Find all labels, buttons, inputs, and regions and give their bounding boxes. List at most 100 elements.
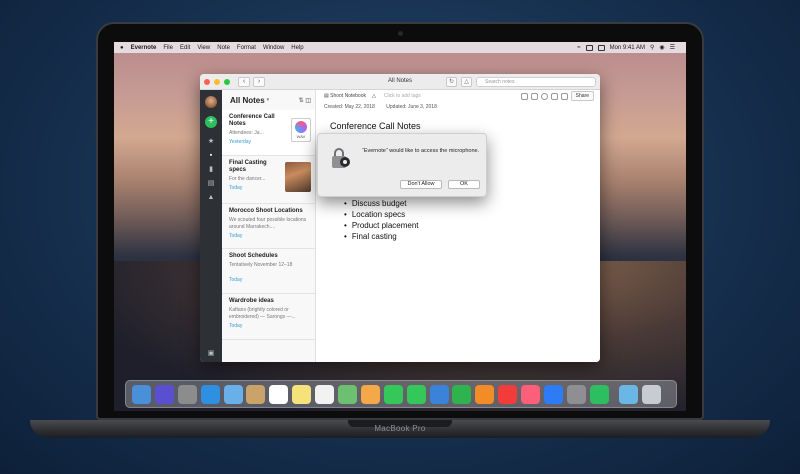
window-titlebar: ‹ › All Notes ↻ △ Search notes (200, 74, 600, 90)
dock-mail-icon[interactable] (223, 384, 243, 404)
notification-center-icon[interactable]: ☰ (670, 44, 675, 51)
dock-maps-icon[interactable] (338, 384, 358, 404)
menu-window[interactable]: Window (263, 45, 284, 51)
dock-photos-icon[interactable] (360, 384, 380, 404)
sync-button[interactable]: ↻ (446, 77, 457, 87)
dock-notes-icon[interactable] (292, 384, 312, 404)
dock-launchpad-icon[interactable] (177, 384, 197, 404)
list-item: Product placement (344, 220, 419, 231)
dock-messages-icon[interactable] (383, 384, 403, 404)
note-item[interactable]: Final Casting specs For the dancer... To… (222, 156, 315, 204)
new-note-button[interactable]: + (205, 116, 217, 128)
dock-evernote-icon[interactable] (589, 384, 609, 404)
note-date: Today (229, 233, 243, 239)
trash-icon[interactable]: ▣ (207, 350, 215, 358)
shared-icon[interactable]: ▤ (207, 180, 215, 188)
menu-clock[interactable]: Mon 9:41 AM (610, 45, 645, 51)
list-item: Discuss budget (344, 198, 419, 209)
dock-facetime-icon[interactable] (406, 384, 426, 404)
note-date: Today (229, 323, 243, 329)
notebook-selector[interactable]: Shoot Notebook (330, 93, 366, 99)
search-input[interactable]: Search notes (476, 77, 596, 87)
airplay-icon[interactable] (585, 44, 593, 51)
note-item[interactable]: Morocco Shoot Locations We scouted four … (222, 204, 315, 249)
menu-note[interactable]: Note (217, 45, 230, 51)
dock-safari-icon[interactable] (200, 384, 220, 404)
menu-extras: ≈ Mon 9:41 AM ⚲ ◉ ☰ (577, 44, 686, 51)
dock-keynote-icon[interactable] (429, 384, 449, 404)
note-title-field[interactable]: Conference Call Notes (316, 121, 600, 131)
dock-numbers-icon[interactable] (452, 384, 472, 404)
menu-help[interactable]: Help (291, 45, 303, 51)
note-title: Conference Call Notes (229, 114, 275, 127)
spotlight-icon[interactable]: ⚲ (650, 44, 654, 51)
note-title: Shoot Schedules (229, 253, 278, 259)
battery-icon[interactable] (597, 44, 605, 51)
menu-edit[interactable]: Edit (180, 45, 190, 51)
reminder-icon[interactable] (530, 92, 538, 100)
close-button[interactable] (204, 78, 210, 85)
info-icon[interactable] (540, 92, 548, 100)
sort-options-icon[interactable]: ⇅ ◫ (299, 97, 315, 104)
editor-actions: Share (520, 91, 594, 101)
avatar[interactable] (205, 96, 217, 108)
note-list-title[interactable]: All Notes (230, 96, 265, 105)
forward-button[interactable]: › (253, 76, 265, 87)
note-item[interactable]: Shoot Schedules Tentatively November 12–… (222, 249, 315, 294)
dock-finder-icon[interactable] (132, 384, 151, 404)
wifi-icon[interactable]: ≈ (577, 45, 580, 51)
menu-app-name[interactable]: Evernote (131, 45, 157, 51)
tag-icon[interactable]: △ (372, 93, 376, 99)
note-title: Final Casting specs (229, 160, 267, 173)
notes-icon[interactable]: ▪ (207, 152, 215, 160)
share-button[interactable]: Share (570, 91, 594, 101)
menu-format[interactable]: Format (237, 45, 256, 51)
notebooks-icon[interactable]: ▮ (207, 166, 215, 174)
note-list: All Notes ▾ ⇅ ◫ Conference Call Notes At… (222, 90, 316, 362)
notifications-bell-icon[interactable]: △ (461, 77, 472, 87)
dock-siri-icon[interactable] (154, 384, 174, 404)
dock-contacts-icon[interactable] (246, 384, 266, 404)
dock-reminders-icon[interactable] (315, 384, 335, 404)
note-thumbnail-image (285, 162, 311, 192)
dock-pages-icon[interactable] (475, 384, 495, 404)
note-bullet-list[interactable]: Discuss budget Location specs Product pl… (344, 198, 419, 242)
created-date: Created: May 22, 2018 (324, 104, 375, 110)
note-title: Wardrobe ideas (229, 298, 274, 304)
menu-bar: ● Evernote File Edit View Note Format Wi… (114, 42, 686, 53)
dock-system-preferences-icon[interactable] (566, 384, 586, 404)
screen: ● Evernote File Edit View Note Format Wi… (114, 42, 686, 411)
dock-music-icon[interactable] (521, 384, 541, 404)
dock-trash-icon[interactable] (641, 384, 661, 404)
shortcuts-star-icon[interactable]: ★ (207, 138, 215, 146)
ok-button[interactable]: OK (448, 180, 480, 189)
note-date: Today (229, 277, 243, 283)
more-icon[interactable] (550, 92, 558, 100)
minimize-button[interactable] (214, 78, 220, 85)
tags-icon[interactable]: ▲ (207, 194, 215, 202)
note-meta: Created: May 22, 2018 Updated: June 3, 2… (316, 104, 600, 110)
dock-calendar-icon[interactable] (269, 384, 289, 404)
dock-app-store-icon[interactable] (544, 384, 564, 404)
tag-input[interactable]: Click to add tags (384, 93, 421, 99)
chevron-down-icon[interactable]: ▾ (267, 97, 270, 103)
zoom-button[interactable] (224, 78, 230, 85)
note-list-header: All Notes ▾ ⇅ ◫ (222, 90, 315, 110)
microphone-permission-dialog: “Evernote” would like to access the micr… (317, 133, 487, 197)
list-item: Final casting (344, 231, 419, 242)
note-item[interactable]: Wardrobe ideas Kaftans (brightly colored… (222, 294, 315, 340)
delete-icon[interactable] (560, 92, 568, 100)
note-snippet: Attendees: Ja... (229, 130, 264, 136)
dont-allow-button[interactable]: Don't Allow (400, 180, 442, 189)
present-icon[interactable] (520, 92, 528, 100)
evernote-menu-icon[interactable]: ◉ (659, 44, 664, 51)
note-item[interactable]: Conference Call Notes Attendees: Ja... Y… (222, 110, 315, 156)
apple-icon[interactable]: ● (120, 45, 124, 51)
menu-file[interactable]: File (163, 45, 173, 51)
dock-downloads-icon[interactable] (618, 384, 638, 404)
back-button[interactable]: ‹ (238, 76, 250, 87)
sidebar: + ★ ▪ ▮ ▤ ▲ ▣ (200, 90, 222, 362)
list-item: Location specs (344, 209, 419, 220)
dock-news-icon[interactable] (498, 384, 518, 404)
menu-view[interactable]: View (197, 45, 210, 51)
